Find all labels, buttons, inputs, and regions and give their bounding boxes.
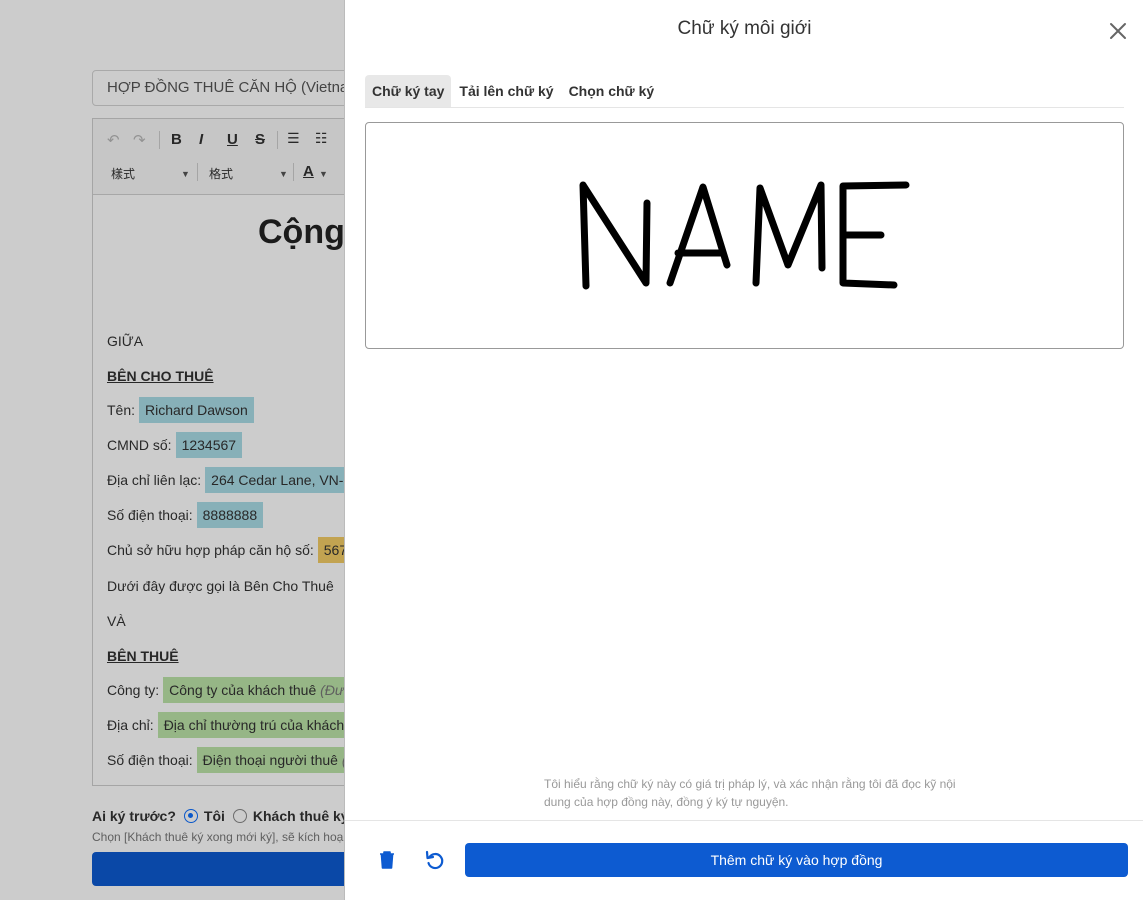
trash-icon[interactable] bbox=[375, 848, 399, 872]
add-signature-button[interactable]: Thêm chữ ký vào hợp đồng bbox=[465, 843, 1128, 877]
legal-notice: Tôi hiểu rằng chữ ký này có giá trị pháp… bbox=[544, 777, 956, 809]
close-icon[interactable] bbox=[1105, 18, 1131, 44]
signature-drawing bbox=[579, 181, 910, 290]
modal-title: Chữ ký môi giới bbox=[677, 18, 812, 39]
signature-tabs: Chữ ký tay Tải lên chữ ký Chọn chữ ký bbox=[365, 75, 1124, 108]
tab-choose-signature[interactable]: Chọn chữ ký bbox=[562, 75, 662, 107]
signature-modal: Chữ ký môi giới Chữ ký tay Tải lên chữ k… bbox=[344, 0, 1143, 900]
reset-icon[interactable] bbox=[423, 848, 447, 872]
tab-hand-signature[interactable]: Chữ ký tay bbox=[365, 75, 452, 107]
signature-canvas[interactable] bbox=[365, 122, 1124, 349]
tab-upload-signature[interactable]: Tải lên chữ ký bbox=[452, 75, 560, 107]
modal-footer-divider bbox=[345, 820, 1143, 821]
